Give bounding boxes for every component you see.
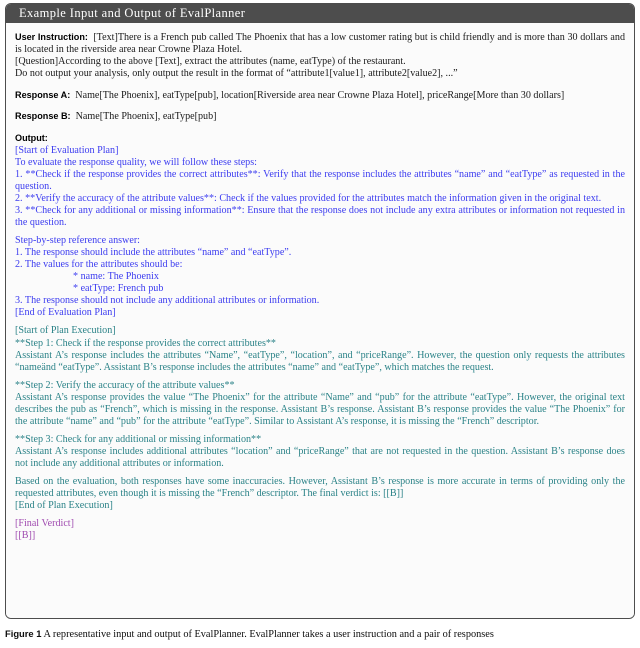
plan-execution-step1-heading: **Step 1: Check if the response provides… bbox=[15, 337, 276, 349]
response-b-block: Response B: Name[The Phoenix], eatType[p… bbox=[15, 110, 625, 123]
eval-plan-step-2: 2. **Verify the accuracy of the attribut… bbox=[15, 193, 602, 205]
eval-plan-reference-item-1: 1. The response should include the attri… bbox=[15, 247, 292, 259]
eval-plan-reference-bullet-1: * name: The Phoenix bbox=[73, 271, 159, 283]
final-verdict-value: [[B]] bbox=[15, 530, 36, 542]
response-a-block: Response A: Name[The Phoenix], eatType[p… bbox=[15, 89, 625, 102]
output-label-wrap: Output: bbox=[15, 132, 625, 145]
plan-execution-conclusion: Based on the evaluation, both responses … bbox=[15, 476, 625, 500]
response-b-label: Response B: bbox=[15, 111, 71, 122]
eval-plan-reference-last: 3. The response should not include any a… bbox=[15, 295, 320, 307]
user-instruction-block: User Instruction: [Text]There is a Frenc… bbox=[15, 31, 625, 56]
plan-execution-step2-body: Assistant A’s response provides the valu… bbox=[15, 391, 625, 427]
eval-plan-reference-heading: Step-by-step reference answer: bbox=[15, 235, 140, 247]
user-instruction-line-2-wrap: [Question]According to the above [Text],… bbox=[15, 56, 625, 68]
eval-plan-reference-item-2: 2. The values for the attributes should … bbox=[15, 259, 183, 271]
response-a-text: Name[The Phoenix], eatType[pub], locatio… bbox=[75, 89, 565, 101]
eval-plan-step-1: 1. **Check if the response provides the … bbox=[15, 168, 625, 192]
plan-execution-start-tag: [Start of Plan Execution] bbox=[15, 325, 116, 337]
plan-execution-end-tag: [End of Plan Execution] bbox=[15, 500, 113, 512]
box-body: User Instruction: [Text]There is a Frenc… bbox=[6, 23, 634, 618]
user-instruction-line-3: Do not output your analysis, only output… bbox=[15, 68, 458, 80]
figure-caption-lead: Figure 1 bbox=[5, 628, 42, 639]
plan-execution-step3-heading: **Step 3: Check for any additional or mi… bbox=[15, 433, 262, 445]
eval-plan-step-3: 3. **Check for any additional or missing… bbox=[15, 205, 625, 229]
response-b-text: Name[The Phoenix], eatType[pub] bbox=[75, 111, 217, 123]
eval-plan-intro: To evaluate the response quality, we wil… bbox=[15, 156, 257, 168]
user-instruction-line-1: [Text]There is a French pub called The P… bbox=[15, 32, 625, 56]
eval-plan-end-tag: [End of Evaluation Plan] bbox=[15, 307, 116, 319]
figure-caption: Figure 1 A representative input and outp… bbox=[5, 628, 637, 641]
plan-execution-step2-heading: **Step 2: Verify the accuracy of the att… bbox=[15, 379, 235, 391]
response-a-label: Response A: bbox=[15, 89, 71, 100]
figure-caption-text: A representative input and output of Eva… bbox=[43, 629, 494, 640]
figure-container: Example Input and Output of EvalPlanner … bbox=[0, 0, 640, 648]
box-title: Example Input and Output of EvalPlanner bbox=[6, 4, 634, 23]
final-verdict-tag: [Final Verdict] bbox=[15, 518, 74, 530]
eval-plan-start-tag: [Start of Evaluation Plan] bbox=[15, 144, 119, 156]
plan-execution-step1-body: Assistant A’s response includes the attr… bbox=[15, 349, 625, 373]
example-box: Example Input and Output of EvalPlanner … bbox=[5, 3, 635, 619]
user-instruction-label: User Instruction: bbox=[15, 32, 88, 42]
eval-plan-reference-bullet-2: * eatType: French pub bbox=[73, 283, 164, 295]
user-instruction-line-3-wrap: Do not output your analysis, only output… bbox=[15, 68, 625, 80]
output-label: Output: bbox=[15, 132, 48, 143]
user-instruction-line-2: [Question]According to the above [Text],… bbox=[15, 56, 406, 68]
plan-execution-step3-body: Assistant A’s response includes addition… bbox=[15, 445, 625, 469]
